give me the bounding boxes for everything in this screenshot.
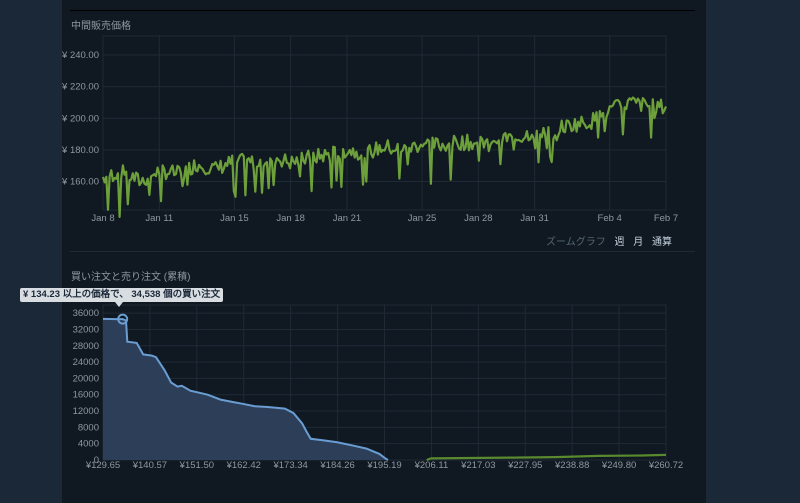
y-tick-label: 0 bbox=[94, 455, 99, 466]
x-tick-label: ¥195.19 bbox=[366, 460, 401, 471]
x-tick-label: Jan 8 bbox=[91, 213, 114, 224]
y-tick-label: 16000 bbox=[73, 390, 99, 401]
middle-divider bbox=[70, 251, 695, 252]
y-tick-label: 24000 bbox=[73, 357, 99, 368]
x-tick-label: ¥206.11 bbox=[414, 460, 449, 471]
x-tick-label: ¥151.50 bbox=[179, 460, 214, 471]
x-tick-label: ¥173.34 bbox=[272, 460, 307, 471]
x-tick-label: Feb 7 bbox=[654, 213, 678, 224]
x-tick-label: ¥140.57 bbox=[132, 460, 167, 471]
x-tick-label: Feb 4 bbox=[598, 213, 622, 224]
x-tick-label: ¥129.65 bbox=[85, 460, 120, 471]
x-tick-label: Jan 21 bbox=[333, 213, 362, 224]
y-tick-label: ¥ 160.00 bbox=[61, 177, 99, 188]
y-tick-label: 20000 bbox=[73, 373, 99, 384]
x-tick-label: ¥227.95 bbox=[507, 460, 542, 471]
y-tick-label: ¥ 180.00 bbox=[61, 145, 99, 156]
x-tick-label: Jan 25 bbox=[408, 213, 437, 224]
price-history-chart[interactable]: Jan 8 Jan 11 Jan 15 Jan 18 Jan 21 Jan 25 Jan 2… bbox=[0, 0, 800, 230]
zoom-week-button[interactable]: 週 bbox=[614, 237, 624, 248]
x-tick-label: Jan 18 bbox=[276, 213, 305, 224]
x-tick-label: Jan 31 bbox=[520, 213, 549, 224]
y-tick-label: ¥ 200.00 bbox=[61, 113, 99, 124]
y-tick-label: 28000 bbox=[73, 341, 99, 352]
x-tick-label: ¥249.80 bbox=[601, 460, 636, 471]
y-tick-label: 8000 bbox=[78, 422, 99, 433]
price-series-line bbox=[101, 96, 668, 218]
order-depth-chart[interactable]: ¥129.65 ¥140.57 ¥151.50 ¥162.42 ¥173.34 ¥184.… bbox=[0, 280, 800, 480]
y-tick-label: ¥ 220.00 bbox=[61, 82, 99, 93]
x-tick-label: Jan 28 bbox=[464, 213, 493, 224]
zoom-controls: ズームグラフ 週 月 通算 bbox=[546, 233, 672, 248]
x-tick-label: ¥217.03 bbox=[460, 460, 495, 471]
x-tick-label: Jan 15 bbox=[220, 213, 249, 224]
zoom-month-button[interactable]: 月 bbox=[633, 237, 643, 248]
x-tick-label: ¥238.88 bbox=[554, 460, 589, 471]
y-tick-label: ¥ 240.00 bbox=[61, 50, 99, 61]
buy-orders-area bbox=[103, 318, 388, 460]
zoom-all-button[interactable]: 通算 bbox=[652, 237, 672, 248]
y-tick-label: 32000 bbox=[73, 324, 99, 335]
y-tick-label: 4000 bbox=[78, 439, 99, 450]
x-tick-label: ¥184.26 bbox=[319, 460, 354, 471]
hover-tooltip: ¥ 134.23 以上の価格で、 34,538 個の買い注文 bbox=[20, 288, 224, 307]
zoom-label: ズームグラフ bbox=[546, 237, 606, 248]
y-tick-label: 36000 bbox=[73, 308, 99, 319]
y-tick-label: 12000 bbox=[73, 406, 99, 417]
x-tick-label: ¥260.72 bbox=[648, 460, 683, 471]
x-tick-label: Jan 11 bbox=[145, 213, 173, 224]
x-tick-label: ¥162.42 bbox=[226, 460, 261, 471]
